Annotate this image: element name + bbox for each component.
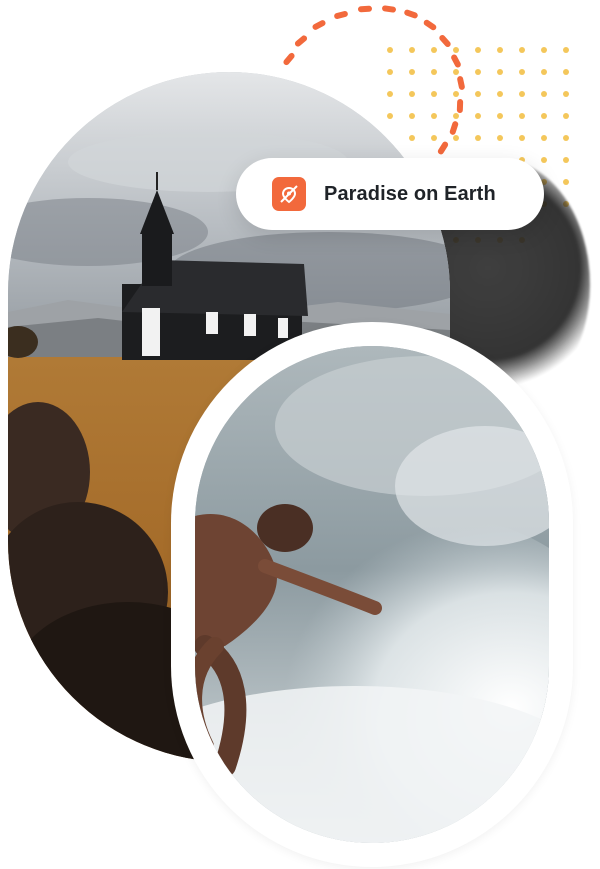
- location-badge: Paradise on Earth: [236, 158, 544, 230]
- map-pin-icon: [272, 177, 306, 211]
- location-label: Paradise on Earth: [324, 182, 496, 205]
- surfer-scene: [195, 346, 549, 843]
- hero-collage: Paradise on Earth: [0, 0, 600, 869]
- surfer-photo: [195, 346, 549, 843]
